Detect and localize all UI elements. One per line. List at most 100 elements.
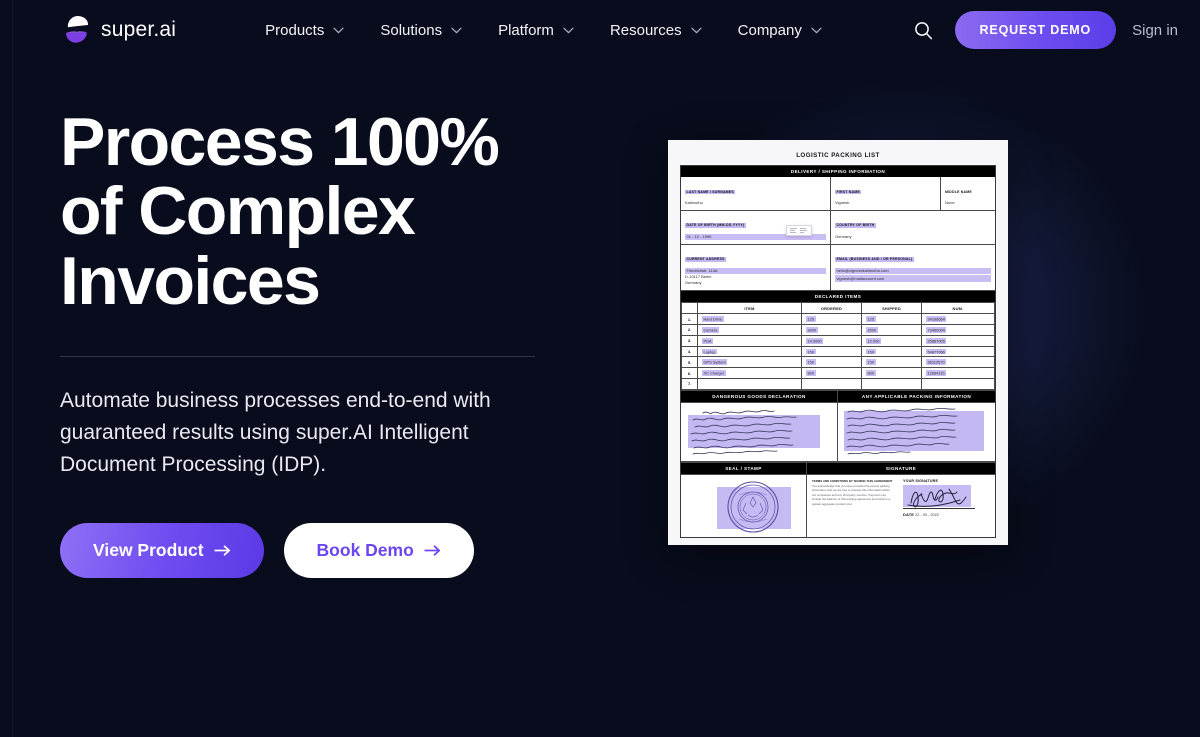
document-title: LOGISTIC PACKING LIST: [796, 152, 880, 159]
chevron-down-icon: [451, 27, 462, 33]
section-delivery-header: DELIVERY / SHIPPING INFORMATION: [681, 166, 995, 178]
cell-num: 36112570: [921, 356, 995, 369]
book-demo-button[interactable]: Book Demo: [283, 523, 474, 579]
col-num: NUM.: [921, 302, 995, 315]
contact-row: CURRENT ADDRESS Friedrichstr. 114A D-101…: [681, 244, 995, 291]
signature-date: DATE 22 - 03 - 2022: [903, 512, 975, 517]
cell-shipped: 2500: [861, 324, 922, 336]
request-demo-button[interactable]: REQUEST DEMO: [954, 11, 1117, 49]
cell-item-value: Laptop: [702, 348, 717, 355]
cell-shipped: 12.000: [861, 334, 922, 347]
cell-ordered: 800: [801, 367, 862, 379]
nav-item-label: Platform: [498, 21, 554, 39]
handwriting-strokes: [690, 410, 797, 455]
official-seal: [681, 475, 806, 538]
superai-logo-mark-icon: [62, 14, 92, 46]
nav-item-company[interactable]: Company: [724, 14, 836, 47]
table-row: 4. Laptop 150 150 54877066: [681, 345, 995, 358]
seal-signature-headers-row: SEAL / STAMP SIGNATURE: [681, 462, 995, 476]
cell-ordered: 125: [801, 313, 862, 326]
cell-num: 73460004: [921, 324, 995, 336]
table-row: 3. PDA 14.0000 12.000 25887005: [681, 334, 995, 347]
nav-item-label: Resources: [609, 21, 682, 39]
cell-index: 6.: [681, 367, 698, 379]
cell-shipped-value: 125: [866, 316, 876, 322]
chevron-down-icon: [691, 27, 702, 33]
view-product-label: View Product: [93, 540, 204, 561]
cell-item-value: XC Charger: [702, 370, 726, 376]
cell-index: 4.: [681, 345, 698, 358]
cell-num: 25887005: [921, 334, 995, 347]
cell-num-value: 73460004: [926, 327, 947, 333]
cell-ordered-value: 125: [806, 316, 816, 322]
cell-num: 54877066: [921, 345, 995, 358]
cell-num: 12664115: [921, 367, 995, 379]
declaration-headers-row: DANGEROUS GOODS DECLARATION ANY APPLICAB…: [681, 389, 995, 404]
declaration-content-row: [681, 403, 995, 463]
birth-row: DATE OF BIRTH (MM-DD-YYYY) 01 - 10 - 199…: [681, 210, 995, 245]
table-row: 1. Hard Drive 125 125 34166664: [681, 313, 995, 326]
address-label: CURRENT ADDRESS: [685, 256, 727, 262]
brand-logo[interactable]: super.ai: [62, 14, 176, 46]
cell-index: 2.: [681, 324, 698, 336]
field-current-address: CURRENT ADDRESS Friedrichstr. 114A D-101…: [681, 244, 831, 290]
field-date-of-birth: DATE OF BIRTH (MM-DD-YYYY) 01 - 10 - 199…: [681, 210, 831, 244]
cell-item: Camera: [697, 324, 802, 336]
cell-shipped: 800: [861, 367, 922, 379]
nav-item-resources[interactable]: Resources: [596, 14, 716, 47]
cell-shipped-value: 12.000: [866, 337, 881, 344]
sign-in-link[interactable]: Sign in: [1132, 22, 1178, 39]
arrow-right-icon: [424, 545, 440, 557]
table-row: 6. XC Charger 800 800 12664115: [681, 367, 995, 379]
cell-shipped-value: 150: [866, 359, 876, 366]
cell-ordered-value: 150: [806, 359, 816, 366]
cell-shipped: 125: [861, 313, 922, 326]
nav-item-platform[interactable]: Platform: [484, 14, 588, 47]
nav-item-label: Solutions: [380, 21, 443, 39]
first-name-value: Vignesh: [835, 200, 850, 206]
address-line-3: Germany: [685, 280, 702, 286]
cell-shipped: 150: [861, 356, 922, 369]
page-title: Process 100% of Complex Invoices: [60, 107, 610, 316]
date-value: 22 - 03 - 2022: [915, 513, 939, 518]
top-navigation-bar: super.ai Products Solutions Platform Res…: [0, 0, 1200, 60]
dangerous-goods-handwriting: [681, 403, 837, 462]
country-label: COUNTRY OF BIRTH: [835, 222, 876, 228]
cell-ordered-value: 3000: [806, 327, 818, 333]
email-value-2: vignesh@mailaccount.com: [835, 275, 991, 282]
cell-item-value: PDA: [702, 337, 713, 344]
view-product-button[interactable]: View Product: [60, 523, 264, 579]
search-icon[interactable]: [909, 15, 939, 45]
hero-divider: [60, 356, 535, 358]
handwriting-strokes: [846, 407, 958, 455]
cell-num-value: 12664115: [926, 370, 947, 376]
document-preview[interactable]: LOGISTIC PACKING LIST DELIVERY / SHIPPIN…: [668, 140, 1008, 545]
email-value-1: hello@vigneshkalimuthu.com: [835, 267, 991, 275]
nav-item-solutions[interactable]: Solutions: [366, 14, 476, 47]
cell-index: 1.: [681, 313, 698, 326]
cell-item: Laptop: [697, 345, 802, 358]
headline-line-2: of Complex: [60, 173, 416, 250]
nav-actions: REQUEST DEMO Sign in: [909, 11, 1178, 49]
middle-name-label: MIDDLE NAME: [945, 189, 972, 194]
nav-links: Products Solutions Platform Resources Co…: [251, 14, 836, 47]
section-seal-header: SEAL / STAMP: [681, 463, 806, 475]
chevron-down-icon: [333, 27, 344, 33]
names-row: LAST NAME / SURNAMES Kalimuthu FIRST NAM…: [681, 177, 995, 211]
field-last-name: LAST NAME / SURNAMES Kalimuthu: [681, 177, 831, 210]
middle-name-value: None: [945, 200, 955, 206]
last-name-label: LAST NAME / SURNAMES: [685, 189, 736, 195]
field-email: EMAIL (BUSINESS AND / OR PERSONAL) hello…: [831, 245, 995, 290]
seal-signature-content-row: TERMS AND CONDITIONS BY SIGNING THIS AGR…: [681, 475, 995, 538]
field-first-name: FIRST NAME Vignesh: [831, 177, 941, 210]
cell-item: PDA: [697, 334, 802, 347]
cell-shipped: [861, 377, 922, 390]
cell-num-value: 36112570: [926, 359, 947, 366]
nav-item-products[interactable]: Products: [251, 14, 358, 47]
col-ordered: ORDERED: [801, 302, 862, 315]
field-country-of-birth: COUNTRY OF BIRTH Germany: [831, 211, 995, 244]
cell-index: 5.: [681, 356, 698, 369]
cell-shipped-value: 2500: [866, 327, 878, 333]
email-label: EMAIL (BUSINESS AND / OR PERSONAL): [835, 256, 914, 262]
cell-index: 3.: [681, 334, 698, 347]
